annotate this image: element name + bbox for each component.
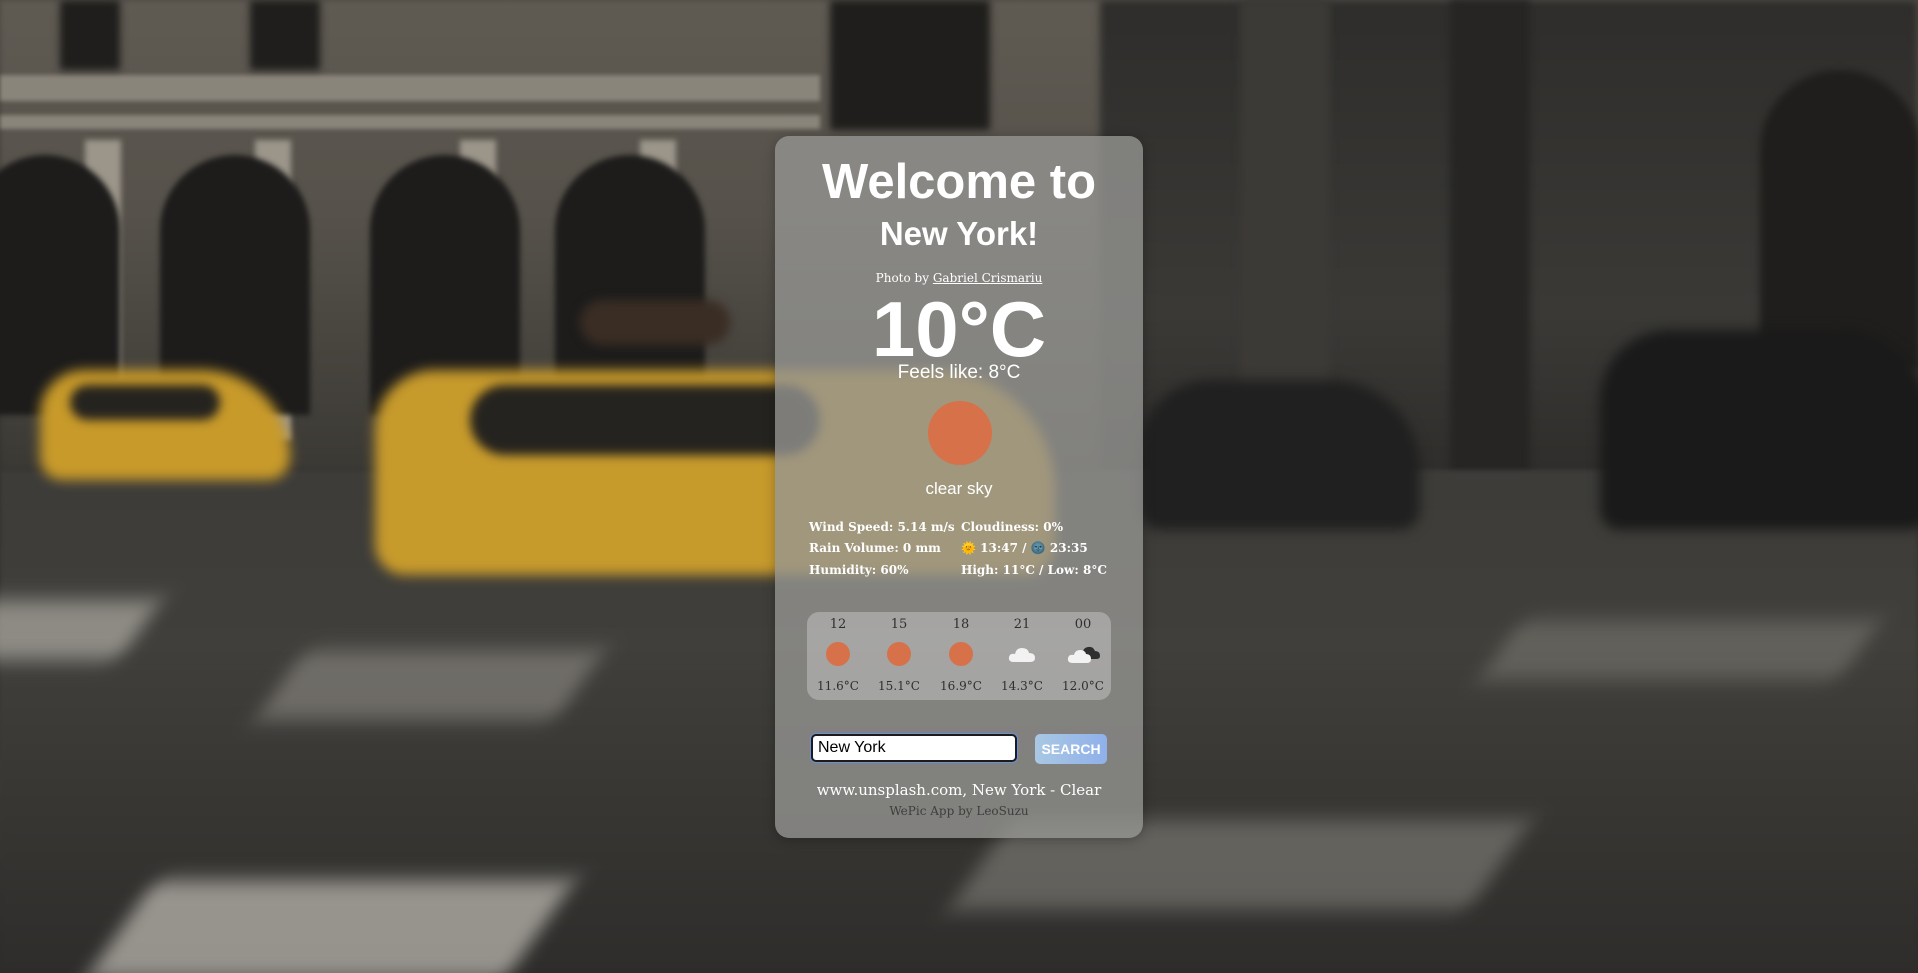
- photo-credit-prefix: Photo by: [875, 271, 930, 285]
- welcome-heading: Welcome to: [821, 155, 1097, 209]
- forecast-hour: 21: [1013, 617, 1031, 632]
- rain-volume: Rain Volume: 0 mm: [809, 541, 941, 555]
- forecast-temp: 16.9°C: [940, 679, 982, 693]
- forecast-temp: 11.6°C: [817, 679, 859, 693]
- sun-icon: [928, 401, 992, 465]
- forecast-temp: 15.1°C: [878, 679, 920, 693]
- sun-icon: [887, 642, 911, 666]
- cloudiness: Cloudiness: 0%: [961, 520, 1064, 534]
- sun-times: 🌞 13:47 / 🌚 23:35: [961, 539, 1088, 557]
- forecast-hour: 12: [829, 617, 847, 632]
- search-button[interactable]: SEARCH: [1035, 734, 1107, 764]
- forecast-hour: 00: [1074, 617, 1092, 632]
- forecast-temp: 12.0°C: [1062, 679, 1104, 693]
- sunset-time: 23:35: [1049, 541, 1088, 555]
- feels-like: Feels like: 8°C: [897, 362, 1021, 383]
- hourly-forecast: 12 11.6°C 15 15.1°C 18 16.9°C 21 14.3°C …: [807, 612, 1111, 700]
- sun-icon: [949, 642, 973, 666]
- photo-source: www.unsplash.com, New York - Clear: [816, 781, 1102, 799]
- sun-times-separator: /: [1022, 541, 1027, 555]
- forecast-hour: 15: [890, 617, 908, 632]
- sun-icon: [826, 642, 850, 666]
- forecast-item: 00 12.0°C: [1053, 612, 1113, 700]
- sunrise-time: 13:47: [980, 541, 1018, 555]
- cloud-icon: [1008, 648, 1035, 662]
- forecast-item: 18 16.9°C: [931, 612, 991, 700]
- humidity: Humidity: 60%: [809, 563, 909, 577]
- forecast-temp: 14.3°C: [1001, 679, 1043, 693]
- sunrise-icon: 🌞: [961, 541, 976, 555]
- night-clouds-icon: [1067, 646, 1100, 663]
- high-low: High: 11°C / Low: 8°C: [961, 563, 1107, 577]
- app-credit: WePic App by LeoSuzu: [889, 804, 1029, 818]
- city-search-input[interactable]: [811, 734, 1017, 762]
- forecast-item: 15 15.1°C: [869, 612, 929, 700]
- forecast-item: 12 11.6°C: [808, 612, 868, 700]
- sunset-icon: 🌚: [1030, 541, 1046, 555]
- forecast-hour: 18: [952, 617, 970, 632]
- city-heading: New York!: [879, 215, 1039, 252]
- forecast-item: 21 14.3°C: [992, 612, 1052, 700]
- weather-card: Welcome to New York! Photo by Gabriel Cr…: [775, 136, 1143, 838]
- weather-description: clear sky: [925, 479, 993, 498]
- wind-speed: Wind Speed: 5.14 m/s: [809, 520, 955, 534]
- photographer-link[interactable]: Gabriel Crismariu: [933, 271, 1043, 285]
